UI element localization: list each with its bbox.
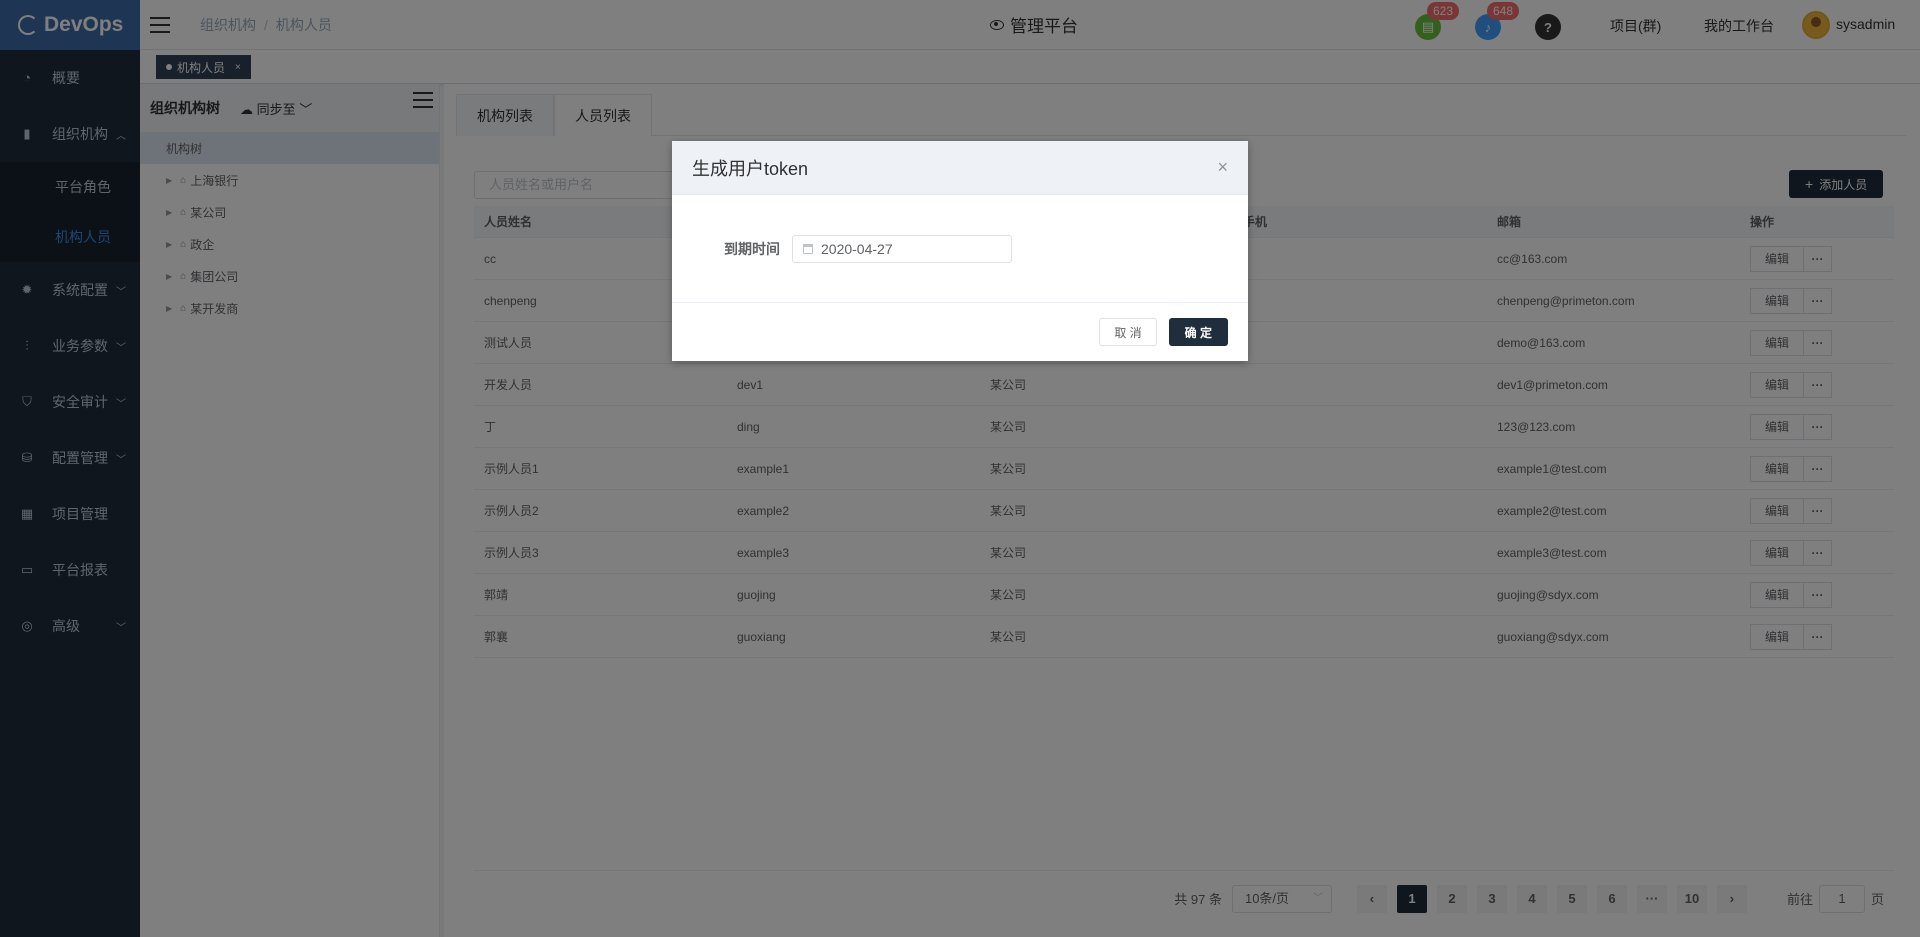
dialog-header: 生成用户token × [672,141,1248,195]
calendar-icon [803,243,813,254]
dialog-body: 到期时间 2020-04-27 [672,195,1248,303]
cancel-button[interactable]: 取 消 [1099,318,1157,346]
dialog-title: 生成用户token [692,158,809,179]
confirm-button[interactable]: 确 定 [1168,318,1228,346]
expiry-date-input[interactable]: 2020-04-27 [792,234,1012,263]
expiry-label: 到期时间 [724,240,780,257]
close-icon[interactable]: × [1217,157,1228,178]
expiry-date-value: 2020-04-27 [821,240,893,257]
dialog-footer: 取 消 确 定 [672,303,1248,361]
token-dialog: 生成用户token × 到期时间 2020-04-27 取 消 确 定 [672,141,1248,361]
